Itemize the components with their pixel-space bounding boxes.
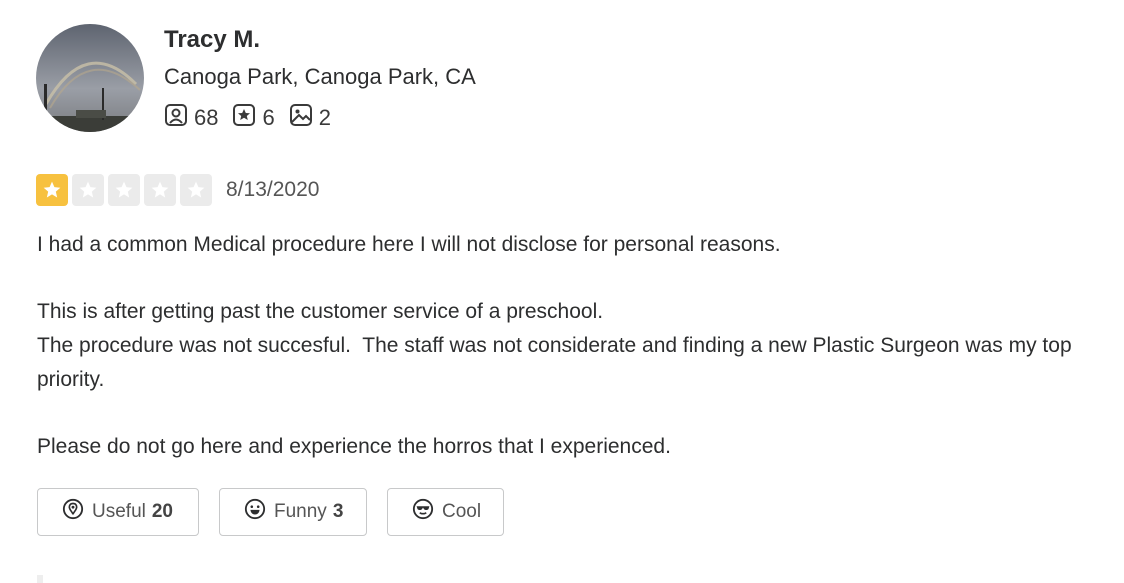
friends-stat: 68 — [164, 103, 218, 133]
funny-count: 3 — [332, 501, 344, 522]
star-icon — [180, 174, 212, 206]
useful-count: 20 — [151, 501, 173, 522]
smile-icon — [244, 498, 274, 526]
funny-button[interactable]: Funny 3 — [219, 488, 367, 536]
cool-button[interactable]: Cool — [387, 488, 504, 536]
user-name[interactable]: Tracy M. — [164, 26, 260, 54]
photos-stat: 2 — [289, 103, 331, 133]
reviews-count: 6 — [262, 105, 275, 130]
reviews-stat: 6 — [232, 103, 275, 133]
review-paragraph: I had a common Medical procedure here I … — [37, 233, 781, 256]
star-icon — [72, 174, 104, 206]
photos-icon — [289, 103, 319, 133]
friends-count: 68 — [194, 105, 219, 130]
star-icon — [36, 174, 68, 206]
star-icon — [108, 174, 140, 206]
review-paragraph: The procedure was not succesful. The sta… — [37, 334, 1078, 391]
review-date: 8/13/2020 — [226, 178, 320, 201]
review-paragraph: Please do not go here and experience the… — [37, 435, 671, 458]
useful-button[interactable]: Useful 20 — [37, 488, 199, 536]
user-stats: 68 6 2 — [164, 103, 345, 133]
sunglasses-icon — [412, 498, 442, 526]
photos-count: 2 — [318, 105, 331, 130]
useful-label: Useful — [92, 501, 146, 522]
cool-label: Cool — [442, 501, 482, 522]
rating-row: 8/13/2020 — [36, 174, 319, 206]
avatar[interactable] — [36, 24, 144, 132]
star-icon — [144, 174, 176, 206]
reaction-buttons: Useful 20 Funny 3 Cool — [37, 488, 524, 536]
friends-icon — [164, 103, 194, 133]
user-location: Canoga Park, Canoga Park, CA — [164, 64, 476, 89]
review-text: I had a common Medical procedure here I … — [37, 228, 1117, 464]
lightbulb-icon — [62, 498, 92, 526]
funny-label: Funny — [274, 501, 327, 522]
reviews-star-icon — [232, 103, 262, 133]
review-paragraph: This is after getting past the customer … — [37, 300, 604, 323]
next-review-edge — [37, 575, 43, 583]
